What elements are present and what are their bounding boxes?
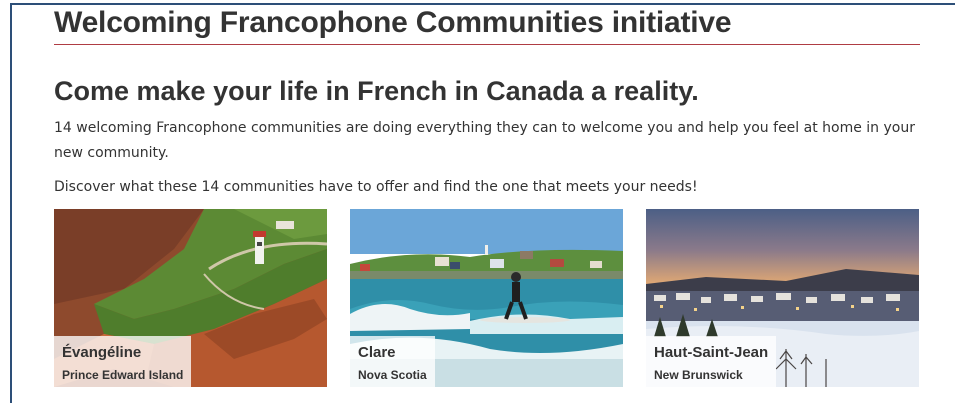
title-divider [54,44,920,45]
community-label: Évangéline Prince Edward Island [54,336,192,387]
community-province: Prince Edward Island [62,368,184,382]
section-title: Welcoming Francophone Communities initia… [54,6,732,39]
community-label: Clare Nova Scotia [350,336,435,387]
community-name: Haut-Saint-Jean [654,344,769,361]
community-card-haut-saint-jean[interactable]: Haut-Saint-Jean New Brunswick [646,209,919,387]
community-province: New Brunswick [654,368,743,382]
community-name: Clare [358,344,396,361]
intro-paragraph: 14 welcoming Francophone communities are… [54,120,915,161]
community-cards: Évangéline Prince Edward Island Clare No… [54,209,920,387]
community-province: Nova Scotia [358,368,427,382]
community-label: Haut-Saint-Jean New Brunswick [646,336,777,387]
lead-title: Come make your life in French in Canada … [54,76,699,106]
discover-paragraph: Discover what these 14 communities have … [54,179,698,195]
community-name: Évangéline [62,344,142,361]
community-card-evangeline[interactable]: Évangéline Prince Edward Island [54,209,327,387]
community-card-clare[interactable]: Clare Nova Scotia [350,209,623,387]
